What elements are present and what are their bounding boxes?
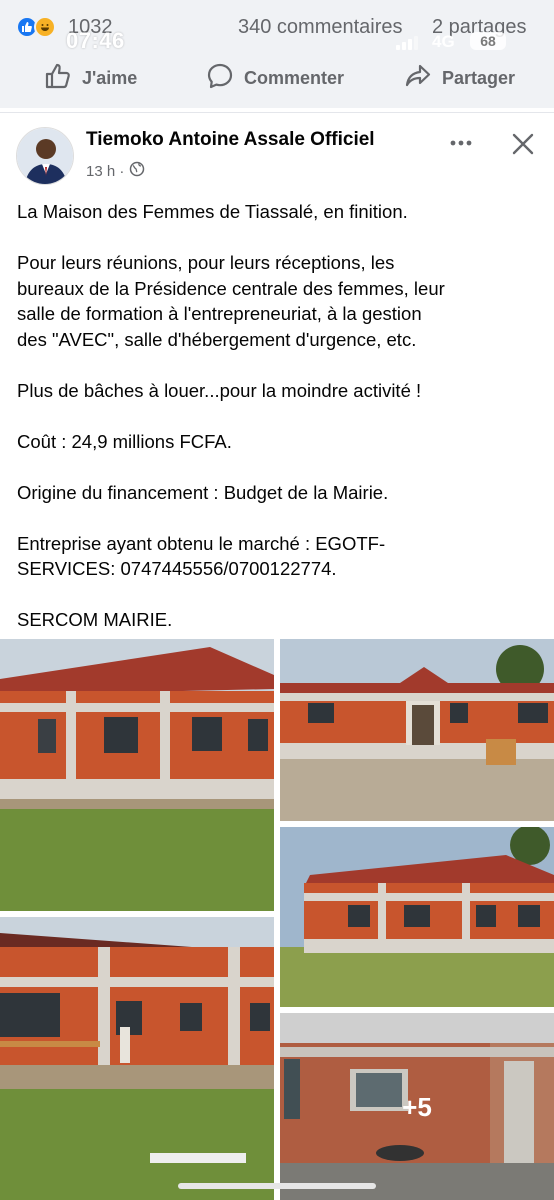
- more-photos-count[interactable]: +5: [280, 1013, 554, 1200]
- author-avatar[interactable]: [16, 127, 74, 185]
- author-name[interactable]: Tiemoko Antoine Assale Officiel: [86, 129, 375, 151]
- close-icon: [510, 133, 536, 161]
- home-indicator[interactable]: [178, 1183, 376, 1189]
- close-button[interactable]: [510, 131, 536, 157]
- photo-5[interactable]: +5: [280, 1013, 554, 1200]
- thumbs-up-icon: [44, 62, 72, 95]
- signal-icon: [396, 34, 422, 50]
- globe-icon: [129, 161, 145, 181]
- comments-count[interactable]: 340 commentaires: [238, 16, 403, 39]
- post-paragraph: Coût : 24,9 millions FCFA.: [17, 430, 232, 452]
- post-text: La Maison des Femmes de Tiassalé, en fin…: [17, 199, 542, 658]
- post-paragraph: SERCOM MAIRIE.: [17, 609, 173, 630]
- battery-level: 68: [480, 33, 496, 49]
- share-button[interactable]: Partager: [404, 62, 515, 94]
- share-label: Partager: [442, 67, 516, 88]
- comment-bubble-icon: [206, 62, 234, 95]
- like-button[interactable]: J'aime: [44, 62, 137, 94]
- more-dots-icon: [448, 140, 474, 159]
- comment-label: Commenter: [244, 67, 345, 88]
- photo-3[interactable]: [280, 827, 554, 1007]
- photo-4[interactable]: [0, 917, 274, 1200]
- photo-1[interactable]: [0, 639, 274, 911]
- post-meta: 13 h ·: [86, 161, 145, 181]
- network-type: 4G: [432, 32, 455, 51]
- post-paragraph: Entreprise ayant obtenu le marché : EGOT…: [17, 532, 386, 580]
- post-card: Tiemoko Antoine Assale Officiel 13 h · L…: [0, 112, 554, 1200]
- post-paragraph: La Maison des Femmes de Tiassalé, en fin…: [17, 201, 408, 222]
- share-arrow-icon: [404, 62, 432, 95]
- haha-icon: [34, 16, 56, 38]
- post-time[interactable]: 13 h ·: [86, 163, 124, 180]
- reactions[interactable]: [16, 16, 66, 40]
- post-paragraph: Origine du financement : Budget de la Ma…: [17, 481, 389, 503]
- photo-2[interactable]: [280, 639, 554, 821]
- comment-button[interactable]: Commenter: [206, 62, 344, 94]
- more-options-button[interactable]: [448, 131, 474, 155]
- battery-icon: 68: [470, 32, 506, 50]
- status-time: 07:46: [66, 28, 125, 53]
- post-paragraph: Pour leurs réunions, pour leurs réceptio…: [17, 252, 445, 350]
- top-bar: 1032 340 commentaires 2 partages 07:46 4…: [0, 0, 554, 108]
- like-label: J'aime: [82, 67, 138, 88]
- post-paragraph: Plus de bâches à louer...pour la moindre…: [17, 379, 422, 401]
- post-actions: J'aime Commenter Partager: [0, 56, 554, 100]
